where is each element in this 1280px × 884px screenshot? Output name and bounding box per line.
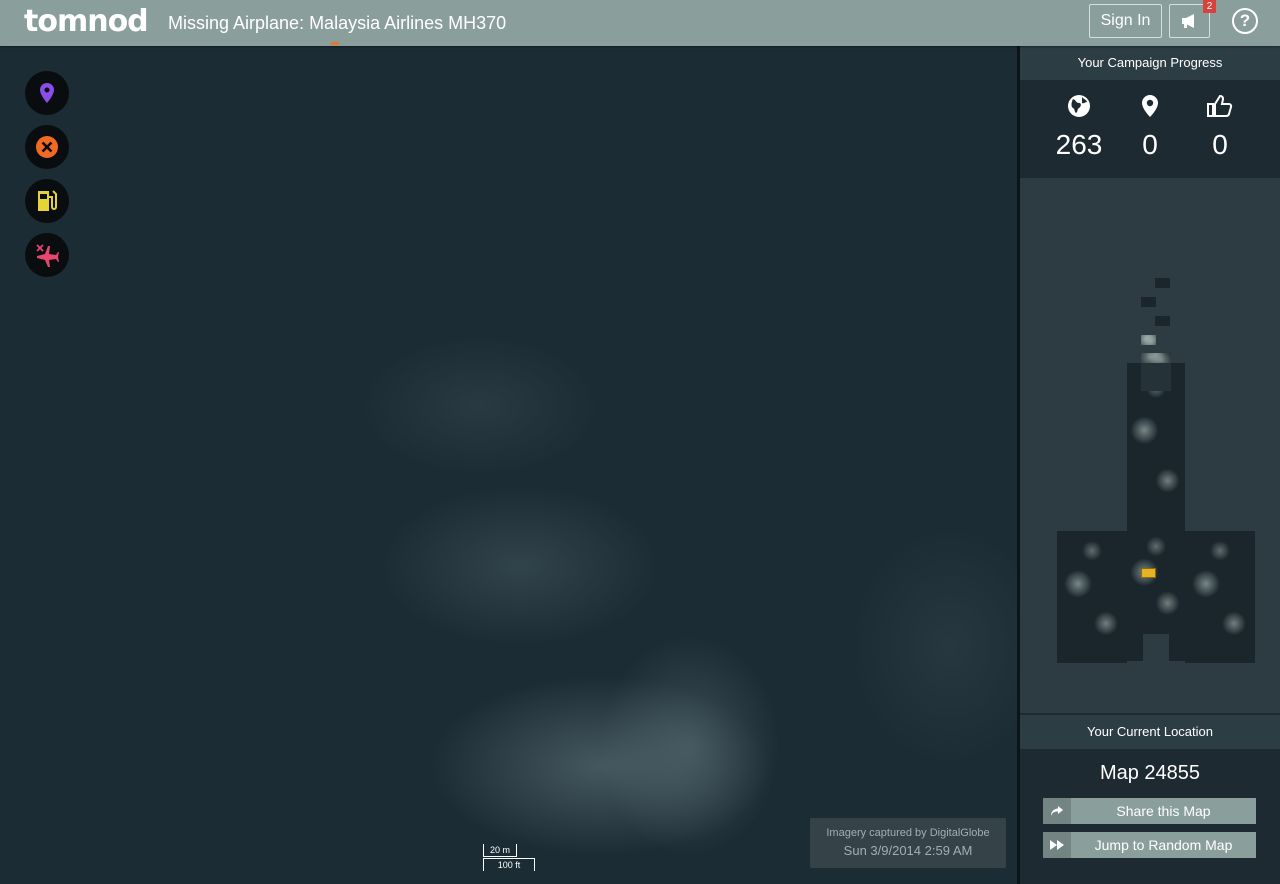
satellite-map[interactable]: 20 m 100 ft Imagery captured by DigitalG… xyxy=(0,46,1017,884)
stat-agreements: 0 xyxy=(1190,94,1250,161)
logo-text: tomnod xyxy=(24,4,149,39)
stat-tags-placed: 0 xyxy=(1120,94,1180,161)
jump-random-map-button[interactable]: Jump to Random Map xyxy=(1043,832,1256,858)
notification-badge: 2 xyxy=(1203,0,1216,13)
location-heading: Your Current Location xyxy=(1020,715,1280,749)
progress-heading: Your Campaign Progress xyxy=(1020,46,1280,80)
help-button[interactable]: ? xyxy=(1232,8,1258,34)
side-panel: Your Campaign Progress 263 0 0 Your Curr… xyxy=(1020,46,1280,884)
campaign-minimap[interactable] xyxy=(1020,178,1280,713)
tool-oil-slick[interactable] xyxy=(25,179,69,223)
tags-placed-count: 0 xyxy=(1142,129,1158,160)
imagery-info: Imagery captured by DigitalGlobe Sun 3/9… xyxy=(810,818,1006,868)
imagery-timestamp: Sun 3/9/2014 2:59 AM xyxy=(843,843,973,858)
current-tile-marker xyxy=(1141,568,1156,578)
tool-crashed-plane[interactable] xyxy=(25,233,69,277)
megaphone-icon xyxy=(1181,14,1194,28)
current-map-id: Map 24855 xyxy=(1099,762,1201,784)
progress-stats: 263 0 0 xyxy=(1020,80,1280,178)
minimap-tile[interactable] xyxy=(1141,335,1156,345)
map-scale: 20 m 100 ft xyxy=(483,844,535,874)
thumbs-up-icon xyxy=(1207,94,1233,117)
minimap-tile[interactable] xyxy=(1127,531,1185,634)
scale-imperial: 100 ft xyxy=(483,858,535,871)
campaign-title: Missing Airplane: Malaysia Airlines MH37… xyxy=(168,13,507,33)
map-pin-icon xyxy=(1142,95,1158,117)
minimap-tile[interactable] xyxy=(1155,278,1170,288)
globe-icon xyxy=(1068,95,1090,117)
scale-metric: 20 m xyxy=(483,844,517,857)
agreements-count: 0 xyxy=(1212,129,1228,160)
minimap-tile[interactable] xyxy=(1127,634,1143,661)
maps-viewed-count: 263 xyxy=(1055,129,1103,160)
wreckage-icon xyxy=(36,136,58,158)
fast-forward-icon-box xyxy=(1043,832,1071,858)
tool-wreckage[interactable] xyxy=(25,125,69,169)
minimap-tile[interactable] xyxy=(1169,634,1185,661)
share-icon-box xyxy=(1043,798,1071,824)
share-map-label: Share this Map xyxy=(1116,803,1211,819)
minimap-tile[interactable] xyxy=(1057,531,1127,663)
fast-forward-icon xyxy=(1050,840,1064,850)
minimap-tile[interactable] xyxy=(1155,316,1170,326)
oil-slick-icon xyxy=(38,190,57,211)
tool-tag-location[interactable] xyxy=(25,71,69,115)
sign-in-button[interactable]: Sign In xyxy=(1089,4,1162,38)
top-bar: tomnod Missing Airplane: Malaysia Airlin… xyxy=(0,0,1280,46)
minimap-tile[interactable] xyxy=(1141,297,1156,307)
share-icon xyxy=(1051,806,1063,816)
minimap-tile[interactable] xyxy=(1141,353,1171,363)
title-accent xyxy=(331,42,339,45)
minimap-tile[interactable] xyxy=(1141,363,1171,391)
stat-maps-viewed: 263 xyxy=(1049,94,1109,161)
share-map-button[interactable]: Share this Map xyxy=(1043,798,1256,824)
imagery-credit: Imagery captured by DigitalGlobe xyxy=(826,827,990,839)
crashed-plane-icon xyxy=(36,244,59,267)
jump-random-map-label: Jump to Random Map xyxy=(1094,837,1233,853)
tomnod-logo[interactable]: tomnod xyxy=(24,4,149,40)
tag-location-icon xyxy=(40,83,54,103)
minimap-tile[interactable] xyxy=(1185,531,1255,663)
